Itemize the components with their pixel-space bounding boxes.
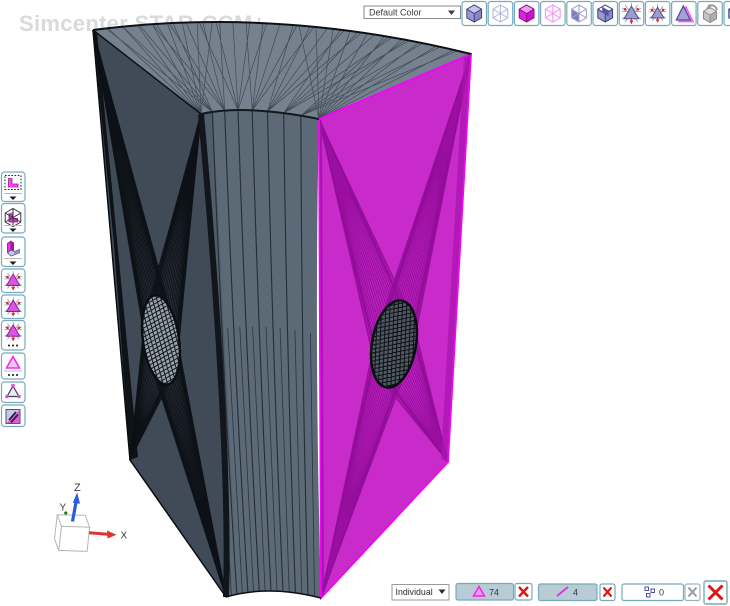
svg-text:Y: Y xyxy=(60,503,67,514)
svg-text:74: 74 xyxy=(489,588,499,598)
svg-text:4: 4 xyxy=(573,588,578,598)
svg-text:Z: Z xyxy=(74,482,81,494)
svg-text:Default Color: Default Color xyxy=(369,8,422,18)
svg-text:X: X xyxy=(121,531,128,542)
svg-text:0: 0 xyxy=(659,588,664,598)
svg-text:Individual: Individual xyxy=(396,587,433,597)
